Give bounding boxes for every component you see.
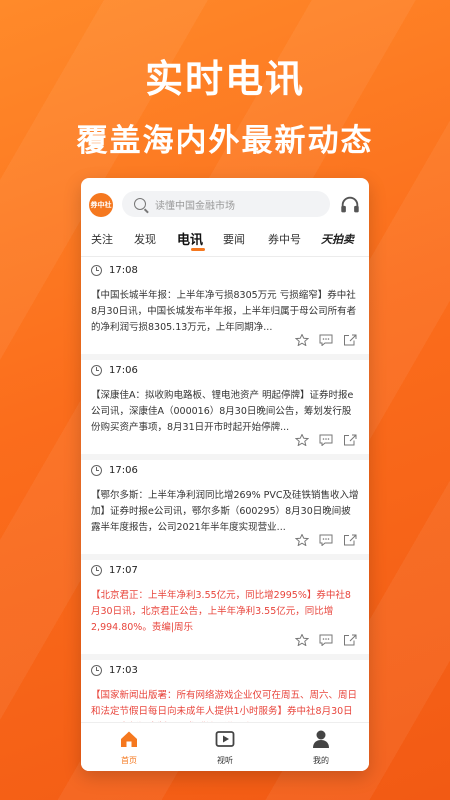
item-actions (295, 434, 357, 446)
active-tab-indicator (191, 248, 205, 251)
comment-icon[interactable] (319, 534, 333, 546)
item-time: 17:07 (109, 564, 138, 576)
list-item[interactable]: 17:06 【深康佳A：拟收购电路板、锂电池资产 明起停牌】证券时报e公司讯，深… (91, 362, 359, 446)
item-text: 【深康佳A：拟收购电路板、锂电池资产 明起停牌】证券时报e公司讯，深康佳A（00… (91, 390, 354, 433)
tab-telegraph[interactable]: 电讯 (177, 229, 203, 248)
clock-icon (91, 264, 102, 276)
share-icon[interactable] (343, 534, 357, 546)
list-item[interactable]: 17:07 【北京君正：上半年净利3.55亿元，同比增2995%】券中社8月30… (91, 562, 359, 646)
user-icon (313, 730, 329, 748)
headset-icon[interactable] (339, 194, 361, 216)
tab-headlines[interactable]: 要闻 (223, 231, 245, 247)
nav-label: 首页 (121, 756, 137, 765)
item-time: 17:06 (109, 364, 138, 376)
item-time: 17:08 (109, 264, 138, 276)
nav-home[interactable]: 首页 (99, 729, 159, 766)
video-icon (215, 731, 235, 747)
comment-icon[interactable] (319, 334, 333, 346)
list-item[interactable]: 17:06 【鄂尔多斯：上半年净利润同比增269% PVC及硅铁销售收入增加】证… (91, 462, 359, 546)
nav-label: 我的 (313, 756, 329, 765)
item-text: 【中国长城半年报：上半年净亏损8305万元 亏损缩窄】券中社8月30日讯，中国长… (91, 290, 357, 333)
tab-quanzhonghao[interactable]: 券中号 (268, 231, 301, 247)
app-logo[interactable]: 券中社 (89, 193, 113, 217)
hero-title: 实时电讯 (144, 57, 305, 101)
clock-icon (91, 364, 102, 376)
top-bar: 券中社 读懂中国金融市场 (89, 188, 361, 220)
nav-video[interactable]: 视听 (195, 729, 255, 766)
share-icon[interactable] (343, 634, 357, 646)
app-screen: 券中社 读懂中国金融市场 关注 发现 电讯 要闻 券中号 天拍卖 17:08 【… (81, 178, 369, 771)
tab-discover[interactable]: 发现 (134, 231, 156, 247)
tab-divider (81, 256, 369, 257)
clock-icon (91, 664, 102, 676)
item-separator (81, 454, 369, 460)
clock-icon (91, 464, 102, 476)
tab-auction[interactable]: 天拍卖 (321, 231, 354, 247)
nav-profile[interactable]: 我的 (291, 729, 351, 766)
star-icon[interactable] (295, 434, 309, 446)
share-icon[interactable] (343, 334, 357, 346)
share-icon[interactable] (343, 434, 357, 446)
nav-label: 视听 (217, 756, 233, 765)
clock-icon (91, 564, 102, 576)
item-separator (81, 654, 369, 660)
tab-bar: 关注 发现 电讯 要闻 券中号 天拍卖 (91, 228, 359, 252)
item-actions (295, 534, 357, 546)
bottom-nav: 首页 视听 我的 (81, 722, 369, 771)
star-icon[interactable] (295, 634, 309, 646)
star-icon[interactable] (295, 334, 309, 346)
tab-follow[interactable]: 关注 (91, 231, 113, 247)
item-actions (295, 634, 357, 646)
item-actions (295, 334, 357, 346)
list-item[interactable]: 17:08 【中国长城半年报：上半年净亏损8305万元 亏损缩窄】券中社8月30… (91, 262, 359, 346)
comment-icon[interactable] (319, 434, 333, 446)
item-time: 17:03 (109, 664, 138, 676)
item-separator (81, 554, 369, 560)
item-separator (81, 354, 369, 360)
hero-subtitle: 覆盖海内外最新动态 (76, 123, 374, 159)
item-text: 【北京君正：上半年净利3.55亿元，同比增2995%】券中社8月30日讯，北京君… (91, 590, 351, 633)
home-icon (121, 731, 137, 747)
star-icon[interactable] (295, 534, 309, 546)
search-icon (134, 198, 146, 210)
item-time: 17:06 (109, 464, 138, 476)
comment-icon[interactable] (319, 634, 333, 646)
search-placeholder: 读懂中国金融市场 (155, 200, 235, 212)
item-text: 【鄂尔多斯：上半年净利润同比增269% PVC及硅铁销售收入增加】证券时报e公司… (91, 490, 359, 533)
search-bar[interactable]: 读懂中国金融市场 (122, 191, 330, 217)
